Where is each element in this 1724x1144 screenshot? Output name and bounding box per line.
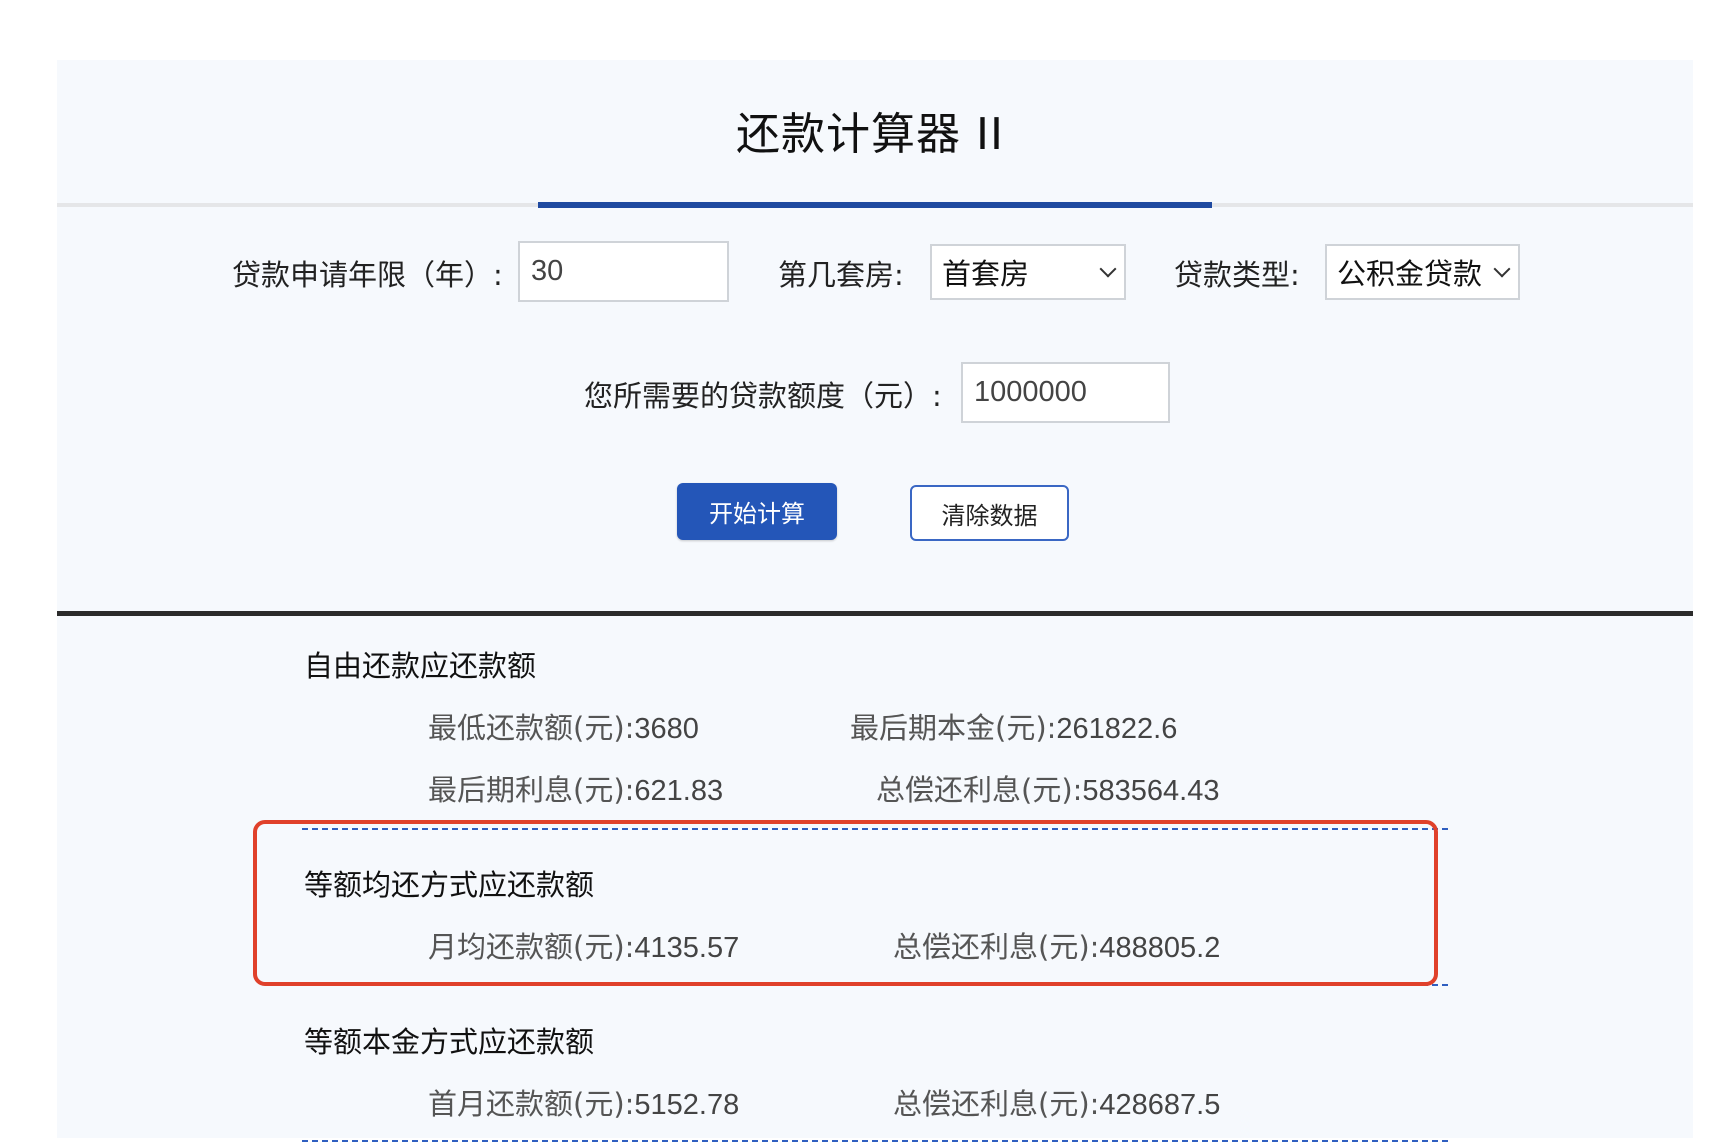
free-min-payment: 最低还款额(元):3680: [428, 711, 699, 745]
house-number-select[interactable]: 首套房: [930, 244, 1126, 300]
equal-principal-title: 等额本金方式应还款额: [304, 1025, 595, 1059]
loan-years-label: 贷款申请年限（年）:: [232, 258, 503, 292]
equal-principal-total-interest: 总偿还利息(元):428687.5: [893, 1087, 1221, 1121]
loan-amount-input[interactable]: 1000000: [961, 362, 1170, 423]
house-number-label: 第几套房:: [778, 258, 904, 292]
loan-type-value: 公积金贷款: [1337, 257, 1483, 291]
loan-amount-label: 您所需要的贷款额度（元）:: [584, 379, 942, 413]
loan-type-label: 贷款类型:: [1174, 258, 1300, 292]
free-last-principal: 最后期本金(元):261822.6: [850, 711, 1178, 745]
loan-type-select[interactable]: 公积金贷款: [1325, 244, 1520, 300]
results-divider: [57, 611, 1693, 616]
free-repayment-title: 自由还款应还款额: [304, 649, 537, 683]
chevron-down-icon: [1493, 260, 1511, 278]
house-number-value: 首套房: [942, 257, 1030, 291]
page-title: 还款计算器 II: [736, 109, 1004, 160]
clear-data-button[interactable]: 清除数据: [910, 485, 1069, 541]
free-last-interest: 最后期利息(元):621.83: [428, 773, 724, 807]
section-divider: [302, 1140, 1448, 1142]
highlight-box: [253, 820, 1438, 986]
equal-principal-first-month: 首月还款额(元):5152.78: [428, 1087, 740, 1121]
calculate-button[interactable]: 开始计算: [677, 483, 837, 540]
title-accent-bar: [538, 202, 1212, 208]
free-total-interest: 总偿还利息(元):583564.43: [876, 773, 1220, 807]
loan-years-input[interactable]: 30: [518, 241, 729, 302]
chevron-down-icon: [1099, 260, 1117, 278]
